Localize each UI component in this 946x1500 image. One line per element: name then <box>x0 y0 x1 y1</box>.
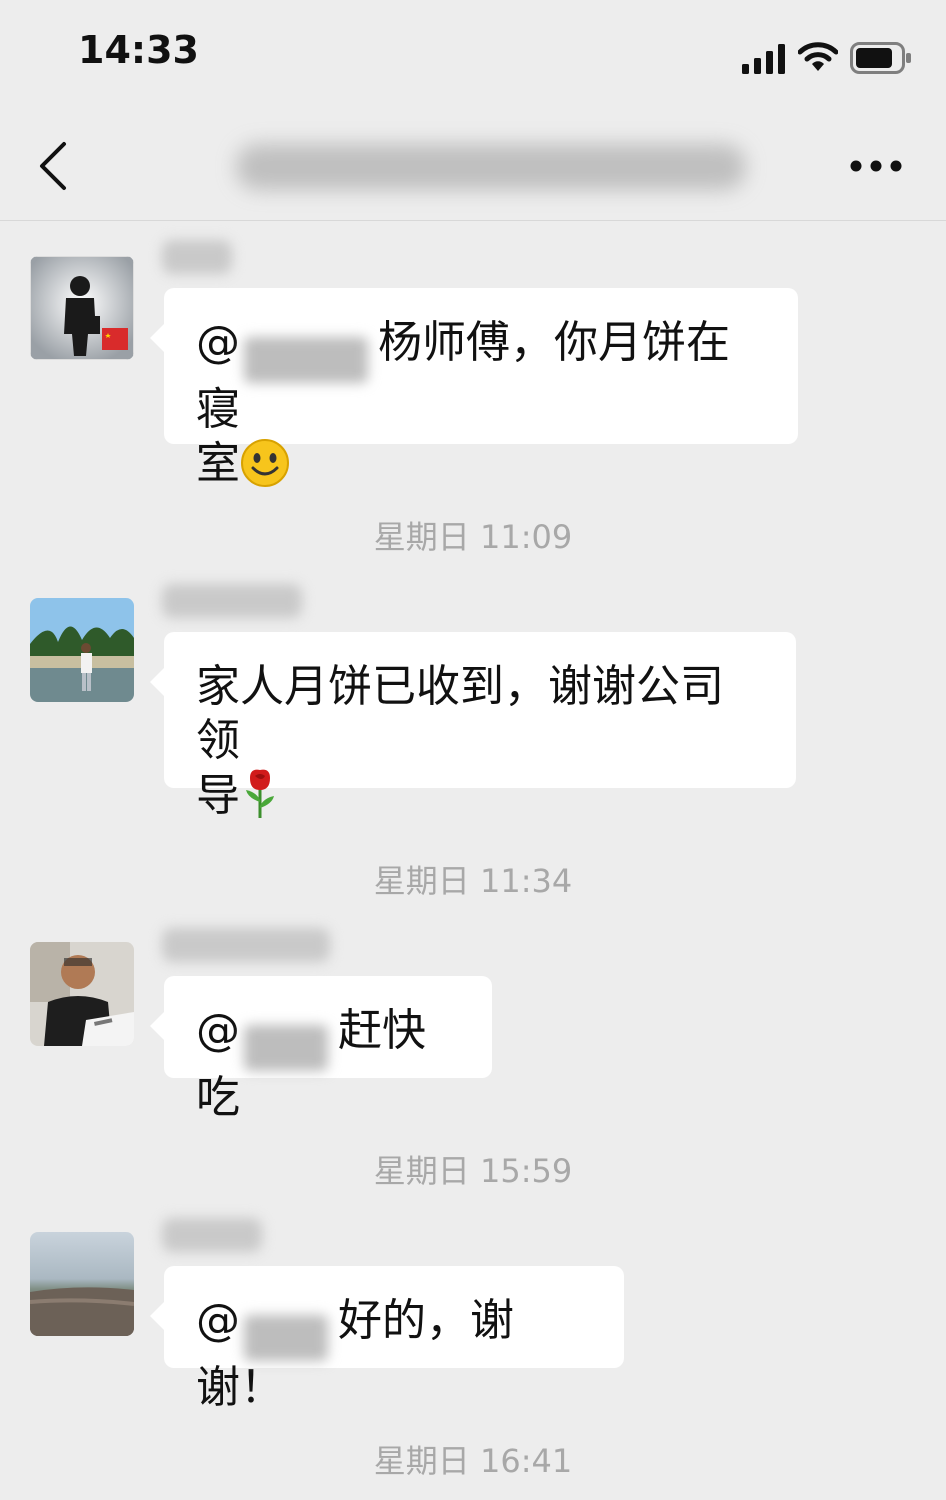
chevron-left-icon[interactable] <box>30 138 80 194</box>
avatar[interactable] <box>30 942 134 1046</box>
cellular-signal-icon <box>742 44 785 74</box>
battery-icon <box>850 42 911 74</box>
status-bar: 14:33 <box>0 0 946 100</box>
sender-name <box>162 584 302 618</box>
rose-emoji-icon <box>246 769 274 818</box>
message-text: 家人月饼已收到，谢谢公司领 <box>196 661 724 766</box>
timestamp: 星期日 16:41 <box>373 1442 573 1480</box>
chat-title <box>236 144 746 190</box>
sender-name <box>162 928 330 962</box>
sender-name <box>162 240 232 274</box>
timestamp: 星期日 11:34 <box>373 862 573 900</box>
sender-name <box>162 1218 262 1252</box>
status-time: 14:33 <box>78 28 199 72</box>
mention-name: x <box>244 1315 328 1361</box>
message-bubble[interactable]: @x好的，谢谢！ <box>150 1266 624 1413</box>
timestamp: 星期日 15:59 <box>373 1152 573 1190</box>
message-text: 导 <box>196 770 240 821</box>
message-text: 室 <box>196 438 240 489</box>
avatar[interactable] <box>30 256 134 360</box>
more-dots-icon[interactable] <box>848 154 904 178</box>
smile-emoji-icon <box>241 439 289 487</box>
timestamp: 星期日 11:09 <box>373 518 573 556</box>
mention-name: x <box>244 337 368 383</box>
message-bubble[interactable]: @x赶快吃 <box>150 976 492 1123</box>
message-bubble[interactable]: @x杨师傅，你月饼在寝 室 <box>150 288 798 489</box>
avatar[interactable] <box>30 1232 134 1336</box>
avatar[interactable] <box>30 598 134 702</box>
mention-name: x <box>244 1025 328 1071</box>
chat-header <box>0 108 946 221</box>
message-bubble[interactable]: 家人月饼已收到，谢谢公司领 导 <box>150 632 796 821</box>
wifi-icon <box>798 42 838 71</box>
